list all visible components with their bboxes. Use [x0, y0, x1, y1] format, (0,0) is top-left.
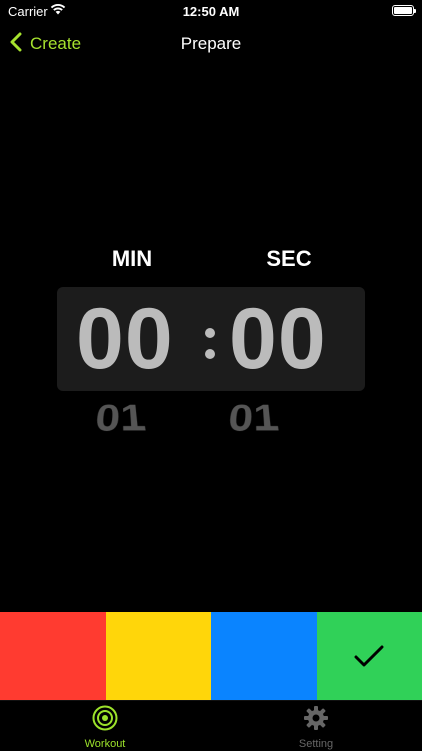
gear-icon — [256, 705, 376, 736]
colon-separator — [205, 328, 215, 338]
next-minutes-value[interactable]: 01 — [93, 402, 148, 436]
next-seconds-value[interactable]: 01 — [226, 402, 281, 436]
colon-separator — [205, 349, 215, 359]
timer-labels: MIN SEC — [0, 246, 422, 276]
tab-setting[interactable]: Setting — [256, 705, 376, 751]
clock-time: 12:50 AM — [0, 4, 422, 19]
checkmark-icon — [354, 644, 384, 668]
tab-workout-label: Workout — [45, 738, 165, 750]
green-color-button[interactable] — [317, 612, 422, 700]
minutes-label: MIN — [112, 246, 152, 272]
target-icon — [45, 705, 165, 736]
minutes-value[interactable]: 00 — [76, 293, 174, 385]
battery-icon — [392, 5, 414, 16]
status-bar: Carrier 12:50 AM — [0, 0, 422, 22]
color-selector — [0, 612, 422, 700]
navigation-bar: Create Prepare — [0, 22, 422, 66]
seconds-value[interactable]: 00 — [229, 293, 327, 385]
seconds-label: SEC — [266, 246, 311, 272]
blue-color-button[interactable] — [211, 612, 317, 700]
yellow-color-button[interactable] — [106, 612, 212, 700]
tab-setting-label: Setting — [256, 738, 376, 750]
page-title: Prepare — [0, 34, 422, 54]
timer-picker[interactable]: 00 00 — [57, 287, 365, 391]
red-color-button[interactable] — [0, 612, 106, 700]
tab-bar: Workout Setting — [0, 700, 422, 751]
tab-workout[interactable]: Workout — [45, 705, 165, 751]
